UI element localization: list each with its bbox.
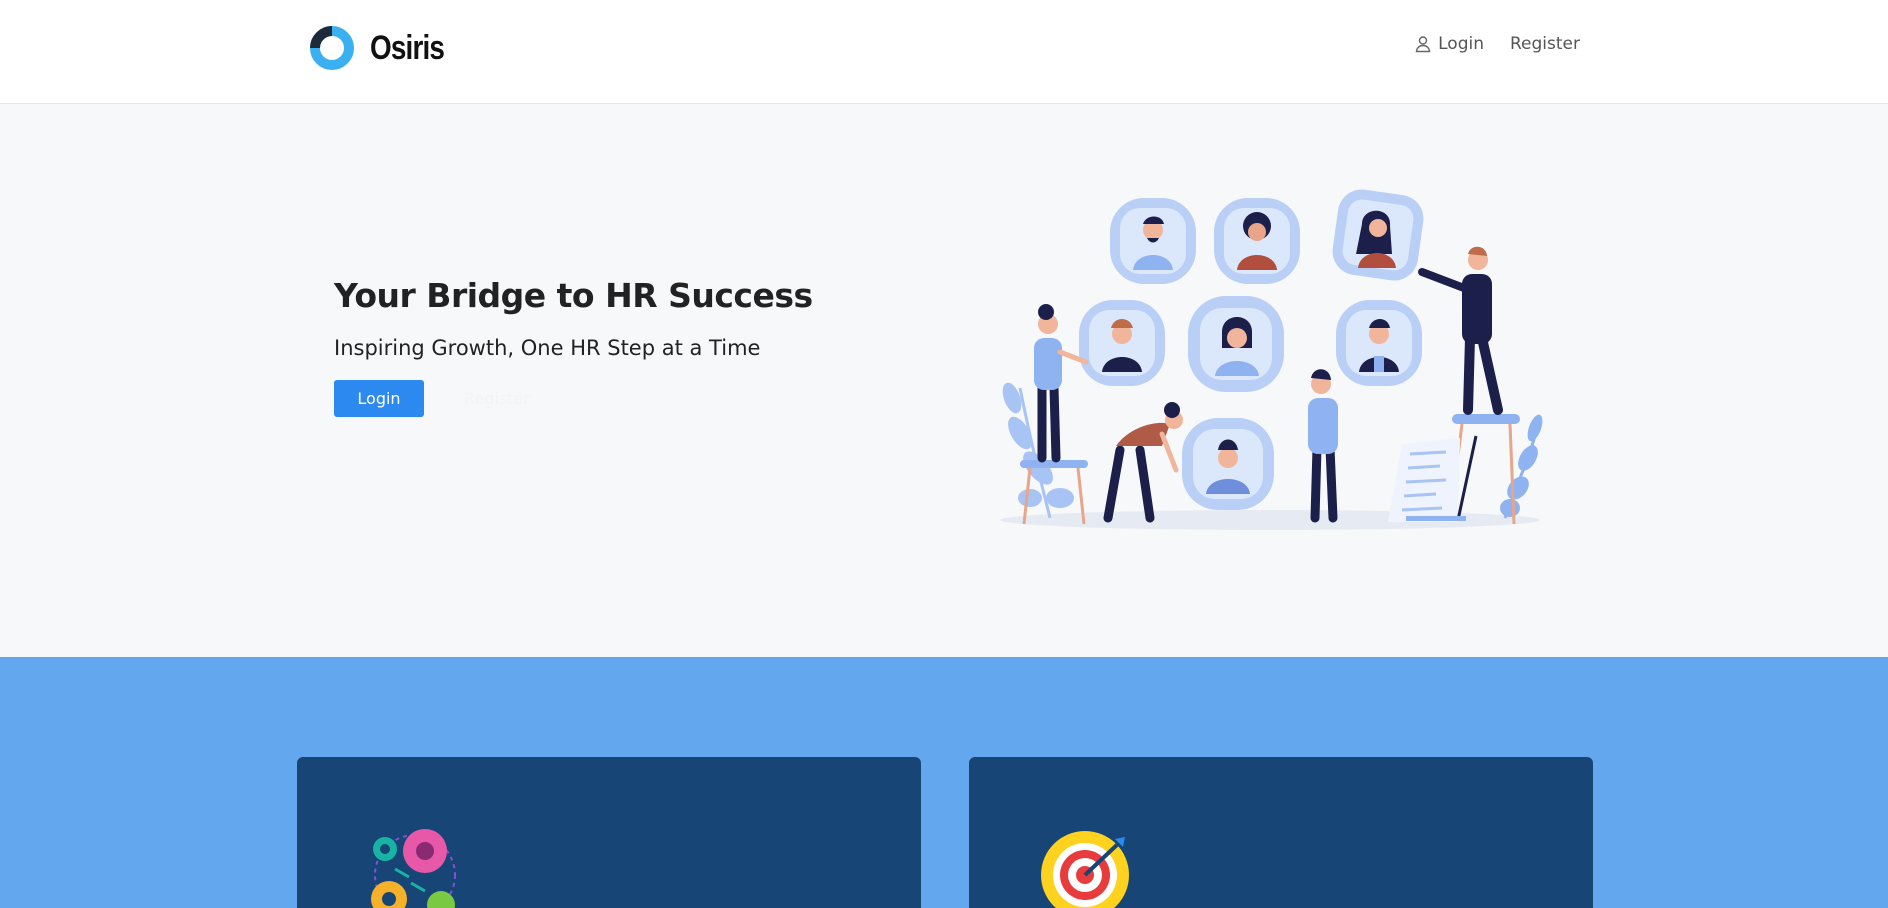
- feature-card: [297, 757, 921, 908]
- features-section: [0, 657, 1888, 908]
- nav-register-link[interactable]: Register: [1510, 34, 1580, 54]
- hero-buttons: Login Register: [334, 380, 530, 417]
- top-nav: Login Register: [1414, 34, 1580, 54]
- hero-section: Your Bridge to HR Success Inspiring Grow…: [0, 104, 1888, 657]
- brand-name: Osiris: [370, 28, 445, 67]
- hero-subtitle: Inspiring Growth, One HR Step at a Time: [334, 336, 761, 360]
- gears-brain-icon: [371, 829, 456, 908]
- hero-title: Your Bridge to HR Success: [334, 276, 813, 315]
- user-icon: [1415, 36, 1431, 53]
- hero-register-button[interactable]: Register: [464, 380, 530, 417]
- donut-logo-icon: [310, 26, 354, 70]
- nav-login-label: Login: [1438, 34, 1484, 54]
- brand[interactable]: Osiris: [308, 24, 460, 72]
- target-icon: [1041, 831, 1129, 908]
- top-navbar: Osiris Login Register: [0, 0, 1888, 104]
- feature-card: [969, 757, 1593, 908]
- hr-team-illustration: [1000, 189, 1543, 530]
- nav-login-link[interactable]: Login: [1414, 34, 1484, 54]
- hero-login-button[interactable]: Login: [334, 380, 424, 417]
